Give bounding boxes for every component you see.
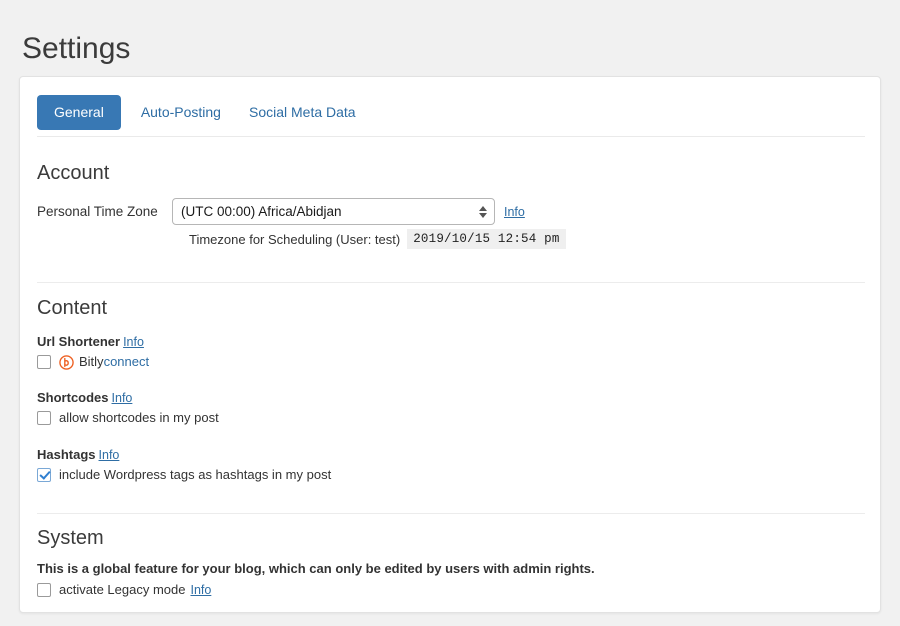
tab-auto-posting[interactable]: Auto-Posting [133, 95, 229, 129]
timezone-current-datetime: 2019/10/15 12:54 pm [407, 229, 566, 249]
personal-time-zone-info-link[interactable]: Info [504, 205, 525, 219]
page-title: Settings [22, 32, 131, 65]
legacy-mode-info-link[interactable]: Info [190, 582, 211, 598]
bitly-provider-name: Bitly [79, 354, 104, 369]
bitly-connect-link[interactable]: connect [104, 354, 150, 370]
url-shortener-heading-row: Url Shortener Info [37, 333, 149, 351]
shortcodes-info-link[interactable]: Info [112, 391, 133, 405]
shortcodes-checkbox-label: allow shortcodes in my post [59, 410, 219, 425]
shortcodes-option-row: allow shortcodes in my post [37, 410, 219, 426]
tab-bar-divider [37, 136, 865, 137]
hashtags-option-row: include Wordpress tags as hashtags in my… [37, 467, 331, 483]
legacy-mode-checkbox-label: activate Legacy mode [59, 582, 186, 597]
divider-account-content [37, 282, 865, 283]
personal-time-zone-select[interactable]: (UTC 00:00) Africa/Abidjan [172, 198, 495, 225]
timezone-scheduling-text: Timezone for Scheduling (User: test) [189, 231, 401, 247]
shortcodes-checkbox[interactable] [37, 411, 51, 425]
hashtags-heading-row: Hashtags Info [37, 446, 331, 464]
section-title-account: Account [37, 162, 110, 184]
bitly-icon [59, 354, 74, 370]
legacy-mode-option-row: activate Legacy mode Info [37, 582, 211, 598]
tab-bar: General Auto-Posting Social Meta Data [37, 93, 364, 131]
system-admin-note: This is a global feature for your blog, … [37, 561, 595, 576]
url-shortener-heading: Url Shortener [37, 334, 121, 349]
timezone-scheduling-note: Timezone for Scheduling (User: test) 201… [189, 229, 566, 249]
personal-time-zone-label: Personal Time Zone [37, 203, 158, 219]
tab-social-meta-data[interactable]: Social Meta Data [241, 95, 364, 129]
field-url-shortener: Url Shortener Info Bitly connect [37, 333, 149, 370]
section-title-system: System [37, 527, 104, 549]
tab-general[interactable]: General [37, 94, 121, 130]
divider-content-system [37, 513, 865, 514]
shortcodes-heading-row: Shortcodes Info [37, 389, 219, 407]
url-shortener-option-row: Bitly connect [37, 354, 149, 370]
hashtags-checkbox[interactable] [37, 468, 51, 482]
personal-time-zone-row: Personal Time Zone (UTC 00:00) Africa/Ab… [37, 198, 525, 225]
chevron-updown-icon [479, 205, 487, 218]
url-shortener-checkbox[interactable] [37, 355, 51, 369]
legacy-mode-checkbox[interactable] [37, 583, 51, 597]
field-hashtags: Hashtags Info include Wordpress tags as h… [37, 446, 331, 483]
settings-card: General Auto-Posting Social Meta Data Ac… [19, 76, 881, 613]
hashtags-heading: Hashtags [37, 447, 96, 462]
field-shortcodes: Shortcodes Info allow shortcodes in my po… [37, 389, 219, 426]
hashtags-checkbox-label: include Wordpress tags as hashtags in my… [59, 467, 332, 482]
url-shortener-info-link[interactable]: Info [123, 335, 144, 349]
hashtags-info-link[interactable]: Info [99, 448, 120, 462]
shortcodes-heading: Shortcodes [37, 390, 109, 405]
section-title-content: Content [37, 297, 108, 319]
personal-time-zone-selected-value: (UTC 00:00) Africa/Abidjan [181, 204, 342, 219]
